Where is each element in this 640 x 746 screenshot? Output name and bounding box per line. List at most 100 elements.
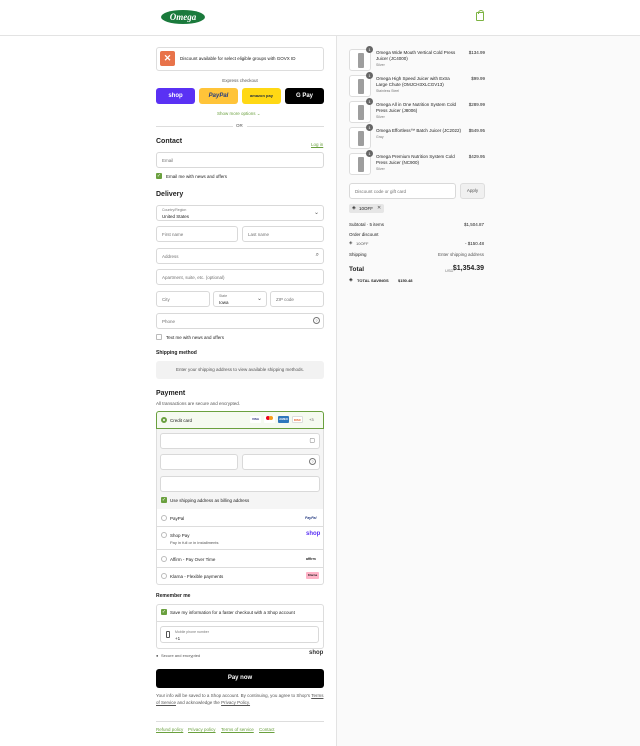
state-label: State <box>219 294 228 298</box>
affirm-radio[interactable] <box>161 556 167 562</box>
paypal-button[interactable]: PayPal <box>199 88 238 104</box>
legal-text-start: Your info will be saved to a Shop accoun… <box>156 693 311 698</box>
chevron-down-icon: ⌄ <box>256 296 262 302</box>
save-info-checkbox[interactable]: ✓ <box>161 609 167 615</box>
klarna-radio[interactable] <box>161 573 167 579</box>
help-icon[interactable]: ? <box>313 317 320 324</box>
visa-icon: VISA <box>250 416 261 423</box>
mobile-phone-field[interactable]: Mobile phone number +1 <box>160 626 319 643</box>
privacy-policy-footer-link[interactable]: Privacy policy <box>188 727 216 732</box>
privacy-policy-link[interactable]: Privacy Policy. <box>221 700 250 705</box>
footer-divider <box>156 721 324 722</box>
show-more-label: Show more options <box>217 111 256 116</box>
klarna-option-label[interactable]: Klarna - Flexible payments <box>170 574 223 579</box>
first-name-field[interactable]: First name <box>156 226 238 242</box>
legal-text-and: and acknowledge the <box>177 699 220 705</box>
zip-field[interactable]: ZIP code <box>270 291 324 307</box>
product-price: $429.95 <box>468 154 485 159</box>
country-label: Country/Region <box>162 208 187 212</box>
card-number-field[interactable]: ▢ <box>160 433 320 449</box>
paypal-radio[interactable] <box>161 515 167 521</box>
paypal-option-label[interactable]: PayPal <box>170 516 184 521</box>
login-link[interactable]: Log in <box>311 142 323 147</box>
mobile-phone-icon <box>166 631 170 638</box>
email-field[interactable]: Email <box>156 152 324 168</box>
text-news-checkbox[interactable] <box>156 334 162 340</box>
total-value: $1,354.39 <box>452 265 484 272</box>
email-news-checkbox[interactable]: ✓ <box>156 173 162 179</box>
google-pay-button[interactable]: G Pay <box>285 88 324 104</box>
discount-code-input[interactable]: Discount code or gift card <box>349 183 456 199</box>
shop-pay-radio[interactable] <box>161 532 167 538</box>
email-news-label: Email me with news and offers <box>166 174 227 179</box>
delivery-heading: Delivery <box>156 191 184 198</box>
address-field[interactable]: Address ⌕ <box>156 248 324 264</box>
quantity-badge: 1 <box>366 98 373 105</box>
address-placeholder: Address <box>162 254 179 259</box>
divider-left <box>156 126 233 127</box>
refund-policy-link[interactable]: Refund policy <box>156 727 183 732</box>
city-field[interactable]: City <box>156 291 210 307</box>
chevron-down-icon: ⌄ <box>313 210 319 216</box>
amex-icon: AMEX <box>278 416 289 423</box>
product-name: Omega High Speed Juicer with Extra Large… <box>376 76 450 87</box>
last-name-field[interactable]: Last name <box>242 226 324 242</box>
credit-card-label: Credit card <box>170 418 193 423</box>
cart-item: 1 Omega Effortless™ Batch Juicer (JC2022… <box>349 124 485 151</box>
save-info-label: Save my information for a faster checkou… <box>170 610 295 615</box>
total-savings-label: TOTAL SAVINGS <box>357 278 389 283</box>
cart-item: 1 Omega Wide Mouth Vertical Cold Press J… <box>349 46 485 73</box>
country-select[interactable]: Country/Region United States ⌄ <box>156 205 324 221</box>
mobile-phone-value: +1 <box>175 636 181 641</box>
apartment-placeholder: Apartment, suite, etc. (optional) <box>162 275 225 280</box>
shopping-bag-icon[interactable] <box>476 10 484 21</box>
product-variant: Silver <box>376 167 385 171</box>
pay-now-button[interactable]: Pay now <box>156 669 324 688</box>
security-code-field[interactable]: ? <box>242 454 320 470</box>
apply-discount-button[interactable]: Apply <box>460 183 485 199</box>
credit-card-radio[interactable] <box>161 417 167 423</box>
total-savings-value: $150.48 <box>398 278 413 283</box>
header: Omega <box>0 0 640 36</box>
govx-icon: ✕ <box>160 51 175 66</box>
or-divider-text: OR <box>236 123 243 128</box>
terms-of-service-footer-link[interactable]: Terms of service <box>221 727 254 732</box>
state-value: Iowa <box>219 300 229 305</box>
mobile-phone-label: Mobile phone number <box>175 630 209 634</box>
amazon-pay-button[interactable]: amazon pay <box>242 88 281 104</box>
zip-placeholder: ZIP code <box>276 297 294 302</box>
name-on-card-field[interactable] <box>160 476 320 492</box>
shipping-notice-text: Enter your shipping address to view avai… <box>175 367 305 372</box>
contact-link[interactable]: Contact <box>259 727 275 732</box>
shop-pay-button[interactable]: shop <box>156 88 195 104</box>
help-icon[interactable]: ? <box>309 458 316 465</box>
product-variant: Stainless Steel <box>376 89 400 93</box>
product-name: Omega Wide Mouth Vertical Cold Press Jui… <box>376 50 456 61</box>
tag-icon: ◈ <box>349 240 353 245</box>
affirm-logo: affirm <box>306 557 316 561</box>
contact-heading: Contact <box>156 138 183 145</box>
quantity-badge: 1 <box>366 124 373 131</box>
apartment-field[interactable]: Apartment, suite, etc. (optional) <box>156 269 324 285</box>
affirm-option-label[interactable]: Affirm - Pay Over Time <box>170 557 215 562</box>
product-price: $549.95 <box>468 128 485 133</box>
discount-code-placeholder: Discount code or gift card <box>355 189 407 194</box>
remove-discount-icon[interactable]: ✕ <box>377 205 381 211</box>
state-select[interactable]: State Iowa ⌄ <box>213 291 267 307</box>
billing-same-checkbox[interactable]: ✓ <box>161 497 167 503</box>
shipping-method-heading: Shipping method <box>156 350 197 356</box>
product-price: $99.99 <box>471 76 485 81</box>
discount-banner-text: Discount available for select eligible g… <box>180 56 296 61</box>
remember-divider <box>156 621 324 622</box>
search-icon: ⌕ <box>315 252 319 258</box>
shop-pay-subtitle: Pay in full or in installments <box>170 540 219 545</box>
expiration-field[interactable] <box>160 454 238 470</box>
first-name-placeholder: First name <box>162 232 184 237</box>
show-more-options-link[interactable]: Show more options ⌄ <box>217 111 261 117</box>
subtotal-label: Subtotal · 5 items <box>349 222 385 227</box>
applied-discount-code: 10OFF <box>356 241 369 246</box>
omega-logo[interactable]: Omega <box>161 10 205 24</box>
product-name: Omega Premium Nutrition System Cold Pres… <box>376 154 455 165</box>
shop-pay-option-label[interactable]: Shop Pay <box>170 533 190 538</box>
phone-field[interactable]: Phone ? <box>156 313 324 329</box>
